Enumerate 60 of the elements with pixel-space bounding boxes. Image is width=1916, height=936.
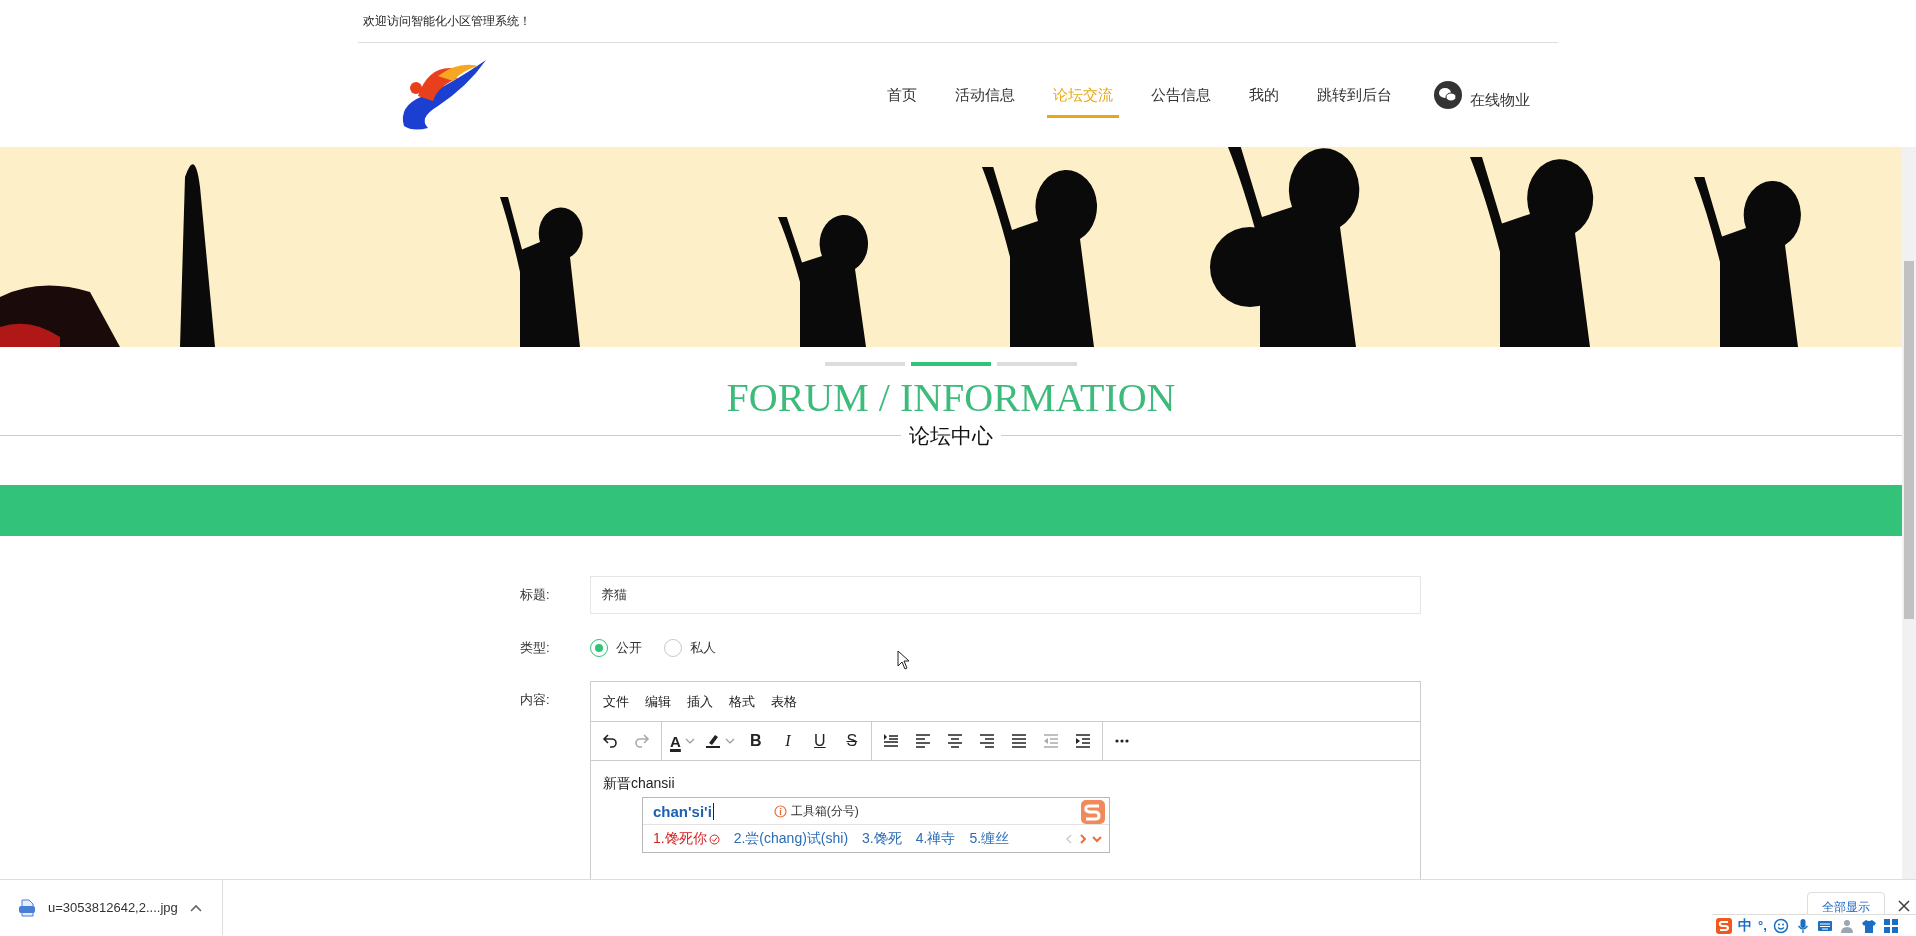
sogou-logo-icon[interactable] <box>1716 917 1732 934</box>
close-icon[interactable] <box>1898 900 1910 912</box>
field-label: 标题: <box>520 586 551 604</box>
justify-icon[interactable] <box>1010 732 1027 750</box>
section-title: FORUM / INFORMATION <box>726 374 1176 422</box>
text-color-button[interactable]: A <box>666 726 699 756</box>
undo-icon[interactable] <box>602 732 618 750</box>
caret-icon[interactable] <box>724 736 735 746</box>
nav-link[interactable]: 跳转到后台 <box>1311 75 1398 118</box>
shirt-icon[interactable] <box>1860 917 1877 934</box>
editor-menu-item[interactable]: 文件 <box>597 688 635 715</box>
sogou-logo-icon <box>1079 799 1107 825</box>
chevron-up-icon[interactable] <box>189 903 202 912</box>
mouse-cursor-icon <box>897 650 911 670</box>
align-center-icon[interactable] <box>946 732 963 750</box>
radio-label[interactable]: 私人 <box>690 639 716 657</box>
nav-link[interactable]: 我的 <box>1243 75 1285 118</box>
grid-icon[interactable] <box>1882 917 1899 934</box>
next-page-icon[interactable] <box>1077 832 1089 846</box>
editor-menu-item[interactable]: 格式 <box>723 688 761 715</box>
marker-icon[interactable] <box>704 732 721 750</box>
punctuation-toggle[interactable]: °, <box>1758 918 1767 933</box>
italic-button[interactable]: I <box>772 726 803 756</box>
nav-link[interactable]: 活动信息 <box>949 75 1021 118</box>
toolbox-hint[interactable]: 工具箱(分号) <box>790 802 859 820</box>
ime-composition: chan'si'i <box>653 802 714 820</box>
strikethrough-button[interactable]: S <box>836 726 867 756</box>
editor-menu-item[interactable]: 编辑 <box>639 688 677 715</box>
input-mode-toggle[interactable]: 中 <box>1738 916 1752 935</box>
chat-bubbles-icon[interactable] <box>1434 81 1462 109</box>
info-icon[interactable] <box>773 804 787 818</box>
radio-label[interactable]: 公开 <box>616 639 642 657</box>
ime-candidate[interactable]: 3.馋死 <box>862 830 902 848</box>
indent-icon[interactable] <box>1074 732 1091 750</box>
bold-button[interactable]: B <box>740 726 771 756</box>
line-height-icon[interactable] <box>882 732 899 750</box>
editor-menu-item[interactable]: 插入 <box>681 688 719 715</box>
nav-link[interactable]: 首页 <box>881 75 923 118</box>
ime-candidate[interactable]: 4.禅寺 <box>915 830 956 848</box>
align-right-icon[interactable] <box>978 732 995 750</box>
editor-menu-item[interactable]: 表格 <box>765 688 803 715</box>
align-left-icon[interactable] <box>914 732 931 750</box>
smiley-icon[interactable] <box>1772 917 1789 934</box>
scrollbar-thumb[interactable] <box>1904 261 1914 619</box>
download-file-name[interactable]: u=3053812642,2....jpg <box>48 900 178 915</box>
rich-text-editor[interactable]: 文件 编辑 插入 格式 表格 A B I U S 新晋chansii chan'si'i 工具箱(分号) 1.馋死你 2.尝(chang)试(shi) 3.馋死 4.禅寺 5.缠丝 <box>590 681 1421 879</box>
field-label: 内容: <box>520 691 551 709</box>
ime-candidate[interactable]: 1.馋死你 <box>653 830 720 848</box>
field-label: 类型: <box>520 639 551 657</box>
scrollbar[interactable] <box>1902 147 1916 879</box>
caret-icon[interactable] <box>684 736 695 746</box>
check-circle-icon <box>708 833 720 845</box>
welcome-text: 欢迎访问智能化小区管理系统！ <box>363 12 531 30</box>
ime-candidate[interactable]: 2.尝(chang)试(shi) <box>733 830 849 848</box>
ime-candidate[interactable]: 5.缠丝 <box>969 830 1010 848</box>
editor-text: 新晋chansii <box>603 775 675 791</box>
nav-link[interactable]: 公告信息 <box>1145 75 1217 118</box>
underline-button[interactable]: U <box>804 726 835 756</box>
title-field[interactable]: 养猫 <box>590 576 1421 614</box>
online-service-link[interactable]: 在线物业 <box>1470 90 1530 110</box>
